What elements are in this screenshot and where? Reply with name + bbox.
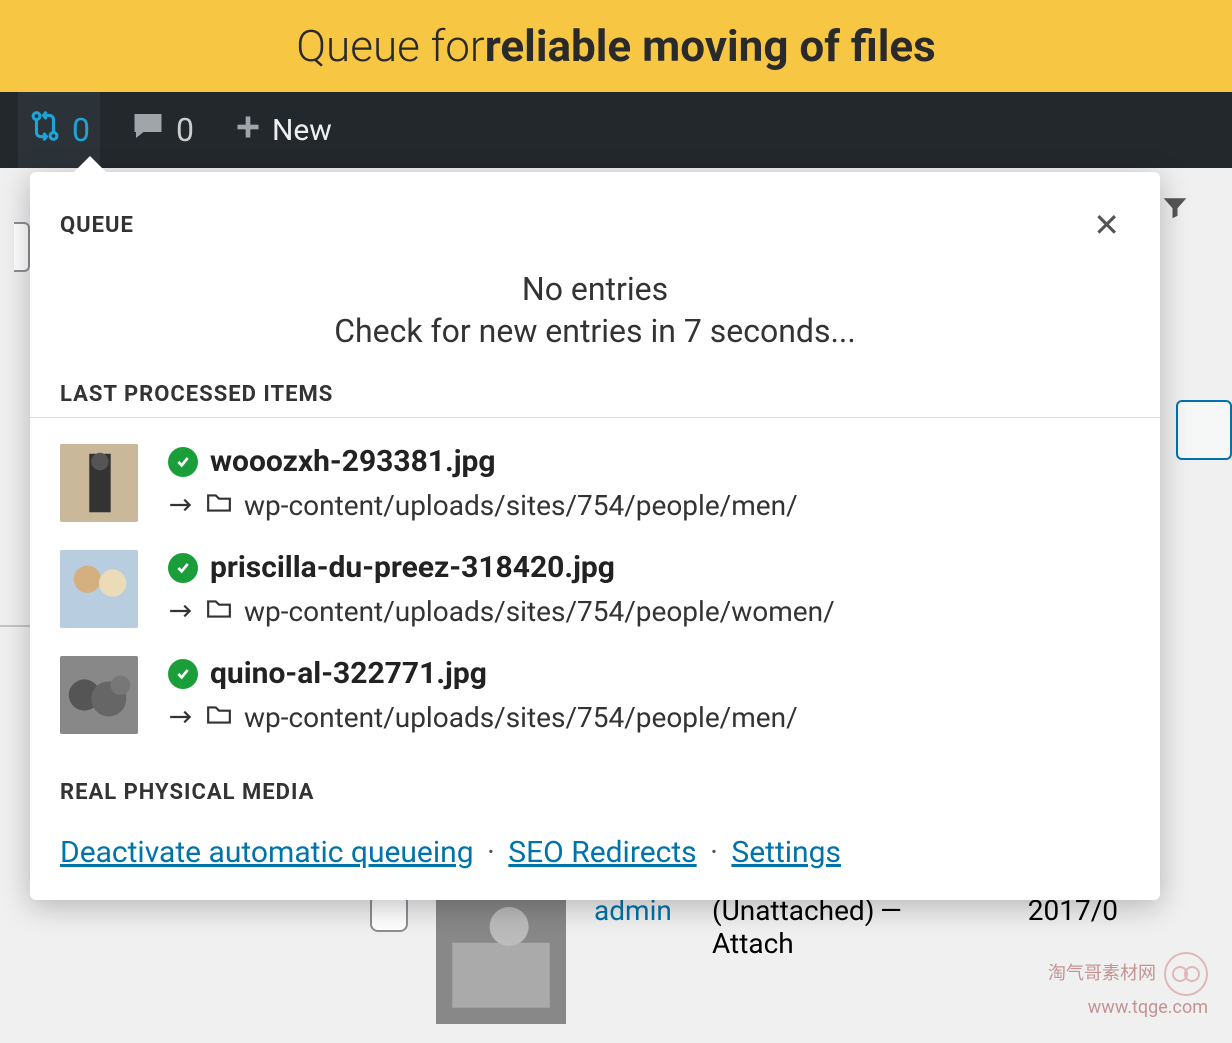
- footer-links: Deactivate automatic queueing · SEO Redi…: [60, 805, 1130, 870]
- filter-icon: [1160, 192, 1190, 222]
- item-path: wp-content/uploads/sites/754/people/men/: [244, 701, 798, 734]
- banner-strong: reliable moving of files: [485, 20, 936, 72]
- check-circle-icon: [168, 447, 198, 477]
- arrow-right-icon: [168, 595, 194, 628]
- item-thumbnail: [60, 444, 138, 522]
- bg-button-fragment: [1176, 400, 1232, 460]
- watermark-badge-icon: [1164, 952, 1208, 996]
- comments-toolbar-item[interactable]: 0: [120, 92, 204, 168]
- folder-icon: [206, 489, 232, 522]
- list-item: quino-al-322771.jpg wp-content/uploads/s…: [60, 642, 1130, 748]
- arrow-right-icon: [168, 701, 194, 734]
- folder-icon: [206, 595, 232, 628]
- queue-count: 0: [72, 111, 90, 149]
- footer-section-title: REAL PHYSICAL MEDIA: [60, 774, 1130, 805]
- list-item: priscilla-du-preez-318420.jpg wp-content…: [60, 536, 1130, 642]
- last-processed-title: LAST PROCESSED ITEMS: [30, 376, 1160, 407]
- item-thumbnail: [60, 550, 138, 628]
- comment-count: 0: [176, 111, 194, 149]
- deactivate-link[interactable]: Deactivate automatic queueing: [60, 835, 474, 870]
- no-entries-text: No entries: [30, 258, 1160, 312]
- new-label: New: [272, 113, 332, 148]
- banner-prefix: Queue for: [296, 20, 484, 72]
- close-icon[interactable]: ✕: [1083, 202, 1130, 248]
- arrow-right-icon: [168, 489, 194, 522]
- item-filename: priscilla-du-preez-318420.jpg: [210, 550, 615, 585]
- item-path: wp-content/uploads/sites/754/people/wome…: [244, 595, 835, 628]
- queue-dropdown-panel: QUEUE ✕ No entries Check for new entries…: [30, 172, 1160, 900]
- bg-input-fragment: [14, 222, 30, 272]
- item-filename: wooozxh-293381.jpg: [210, 444, 496, 479]
- check-circle-icon: [168, 659, 198, 689]
- plus-icon: [234, 111, 262, 149]
- row-attach-status: (Unattached) Attach: [712, 894, 852, 960]
- processed-items-list: wooozxh-293381.jpg wp-content/uploads/si…: [30, 418, 1160, 774]
- seo-redirects-link[interactable]: SEO Redirects: [508, 835, 696, 870]
- item-filename: quino-al-322771.jpg: [210, 656, 487, 691]
- item-thumbnail: [60, 656, 138, 734]
- separator-dot: ·: [481, 835, 501, 870]
- admin-toolbar: 0 0 New: [0, 92, 1232, 168]
- check-countdown-text: Check for new entries in 7 seconds...: [30, 312, 1160, 376]
- separator-dot: ·: [704, 835, 724, 870]
- promo-banner: Queue for reliable moving of files: [0, 0, 1232, 92]
- check-circle-icon: [168, 553, 198, 583]
- git-compare-icon: [28, 109, 62, 151]
- list-item: wooozxh-293381.jpg wp-content/uploads/si…: [60, 430, 1130, 536]
- attach-link[interactable]: Attach: [712, 927, 794, 960]
- folder-icon: [206, 701, 232, 734]
- new-toolbar-item[interactable]: New: [224, 92, 342, 168]
- item-path: wp-content/uploads/sites/754/people/men/: [244, 489, 798, 522]
- settings-link[interactable]: Settings: [731, 835, 841, 870]
- media-thumbnail[interactable]: [436, 894, 566, 1024]
- media-table-row: admin (Unattached) Attach — 2017/0: [370, 894, 1118, 1024]
- bg-rule-fragment: [0, 625, 30, 627]
- panel-title: QUEUE: [60, 213, 134, 238]
- comment-icon: [130, 108, 166, 152]
